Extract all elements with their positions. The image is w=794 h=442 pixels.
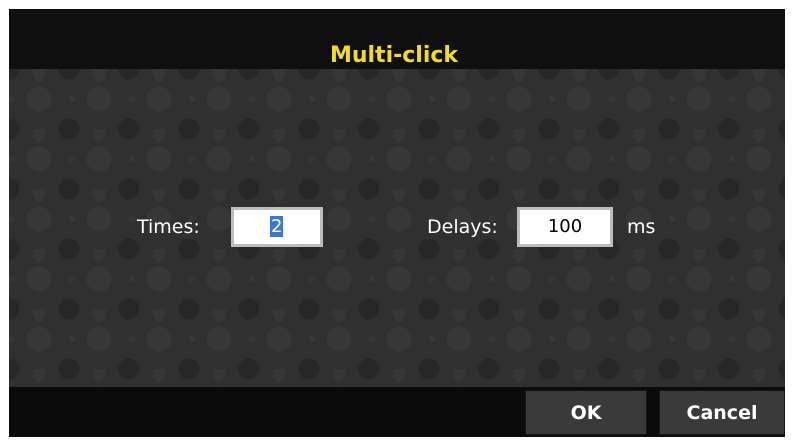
cancel-button[interactable]: Cancel: [659, 390, 785, 435]
button-bar: OK Cancel: [9, 387, 785, 437]
multi-click-dialog: Multi-click Times: 2 Delays: 100 ms OK C…: [9, 9, 785, 437]
settings-panel: [9, 69, 785, 387]
delays-input[interactable]: 100: [517, 207, 613, 247]
delays-label: Delays:: [427, 216, 498, 238]
delays-unit: ms: [627, 216, 656, 238]
times-label: Times:: [137, 216, 200, 238]
ok-button[interactable]: OK: [525, 390, 647, 435]
times-input[interactable]: 2: [231, 207, 323, 247]
dialog-title: Multi-click: [329, 43, 459, 68]
times-value: 2: [270, 216, 284, 237]
